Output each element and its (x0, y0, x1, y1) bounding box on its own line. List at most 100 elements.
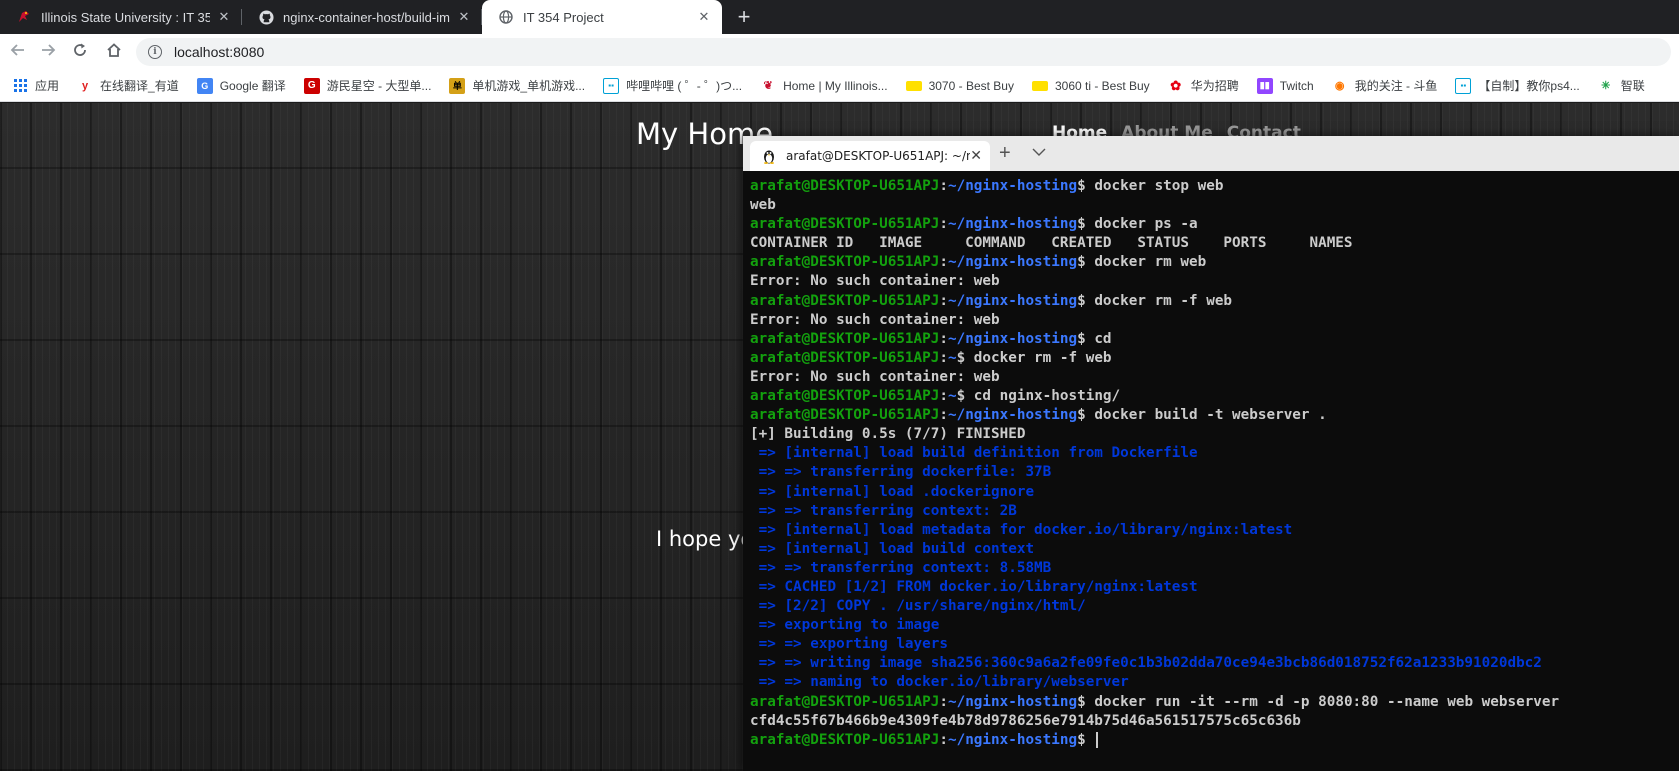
browser-tab[interactable]: nginx-container-host/build-im ✕ (242, 0, 482, 34)
terminal-output[interactable]: arafat@DESKTOP-U651APJ:~/nginx-hosting$ … (750, 177, 1675, 750)
prompt-user: arafat@DESKTOP-U651APJ (750, 178, 940, 194)
terminal-prompt-line: arafat@DESKTOP-U651APJ:~/nginx-hosting$ … (750, 330, 1675, 349)
build-output-line: => => transferring dockerfile: 37B (750, 463, 1675, 482)
prompt-command: $ docker rm web (1077, 254, 1207, 271)
bookmark-item[interactable]: G Google 翻译 (196, 77, 286, 94)
prompt-path: ~/nginx-hosting (947, 254, 1078, 271)
url-text[interactable]: localhost:8080 (174, 44, 264, 60)
home-icon[interactable] (104, 42, 124, 62)
prompt-separator: : (939, 292, 948, 309)
prompt-command: $ docker rm -f web (1077, 292, 1233, 309)
prompt-command: $ docker run -it --rm -d -p 8080:80 --na… (1077, 693, 1560, 710)
linux-penguin-icon (764, 150, 774, 164)
bookmark-item[interactable]: ❦ Home | My Illinois... (760, 78, 887, 94)
bookmark-item[interactable]: 单 单机游戏_单机游戏... (449, 77, 585, 94)
build-output-text: => => transferring dockerfile: 37B (750, 464, 1052, 481)
close-tab-icon[interactable]: ✕ (216, 9, 232, 25)
bookmark-item[interactable]: ▪▪ 哔哩哔哩 ( ゜- ゜)つ... (603, 77, 742, 94)
terminal-window[interactable]: arafat@DESKTOP-U651APJ: ~/n ✕ + arafat@D… (743, 136, 1679, 771)
browser-tab-active[interactable]: IT 354 Project ✕ (482, 0, 722, 34)
build-output-line: => [internal] load metadata for docker.i… (750, 521, 1675, 540)
terminal-output-line: web (750, 197, 776, 214)
terminal-tab[interactable]: arafat@DESKTOP-U651APJ: ~/n ✕ (750, 141, 990, 171)
build-output-line: => => transferring context: 8.58MB (750, 559, 1675, 578)
build-output-text: => [internal] load .dockerignore (750, 483, 1035, 500)
close-icon[interactable]: ✕ (970, 148, 982, 164)
prompt-user: arafat@DESKTOP-U651APJ (750, 731, 940, 748)
prompt-separator: : (939, 349, 948, 366)
prompt-user: arafat@DESKTOP-U651APJ (750, 388, 940, 405)
build-output-text: => => exporting layers (750, 636, 948, 653)
prompt-command: $ cd (1077, 330, 1112, 347)
bookmark-item[interactable]: ✿ 华为招聘 (1168, 77, 1238, 94)
prompt-user: arafat@DESKTOP-U651APJ (750, 407, 940, 424)
terminal-output-line: Error: No such container: web (750, 368, 1000, 385)
back-arrow-icon[interactable] (8, 42, 28, 62)
close-tab-icon[interactable]: ✕ (696, 9, 712, 25)
prompt-separator: : (939, 388, 948, 405)
new-terminal-tab-button[interactable]: + (999, 142, 1011, 165)
new-tab-button[interactable]: + (732, 4, 756, 30)
build-output-text: => exporting to image (750, 617, 940, 634)
text-cursor (1096, 731, 1099, 748)
build-output-text: => => transferring context: 2B (750, 502, 1017, 519)
browser-toolbar: i localhost:8080 (0, 34, 1679, 70)
build-output-line: => CACHED [1/2] FROM docker.io/library/n… (750, 578, 1675, 597)
build-output-text: => [internal] load build context (750, 540, 1035, 557)
terminal-output-line: CONTAINER ID IMAGE COMMAND CREATED STATU… (750, 235, 1353, 252)
browser-tab[interactable]: Illinois State University : IT 354 ✕ (0, 0, 242, 34)
prompt-user: arafat@DESKTOP-U651APJ (750, 216, 940, 233)
bookmark-item[interactable]: ✳ 智联 (1598, 77, 1645, 94)
bookmark-item[interactable]: ▮▮ Twitch (1256, 77, 1314, 94)
bookmark-item[interactable]: G 游民星空 - 大型单... (303, 77, 431, 94)
bilibili-icon: ▪▪ (1455, 77, 1472, 94)
page-tagline: I hope yo (656, 527, 754, 551)
tab-title: IT 354 Project (523, 9, 604, 25)
terminal-prompt-line: arafat@DESKTOP-U651APJ:~$ docker rm -f w… (750, 349, 1675, 368)
tab-title: Illinois State University : IT 354 (41, 9, 210, 25)
bookmark-item[interactable]: y 在线翻译_有道 (77, 77, 179, 94)
prompt-command: $ docker stop web (1077, 178, 1224, 194)
bestbuy-icon (905, 80, 922, 91)
prompt-separator: : (939, 178, 948, 194)
build-output-line: => [internal] load build definition from… (750, 444, 1675, 463)
terminal-prompt-line: arafat@DESKTOP-U651APJ:~/nginx-hosting$ (750, 731, 1675, 750)
tab-title: nginx-container-host/build-im (283, 9, 450, 25)
build-output-text: => [2/2] COPY . /usr/share/nginx/html/ (750, 598, 1086, 615)
reload-icon[interactable] (70, 42, 90, 62)
prompt-path: ~/nginx-hosting (947, 731, 1078, 748)
terminal-prompt-line: arafat@DESKTOP-U651APJ:~/nginx-hosting$ … (750, 693, 1675, 712)
prompt-command: $ docker build -t webserver . (1077, 407, 1327, 424)
address-bar[interactable]: i localhost:8080 (136, 38, 1671, 66)
prompt-separator: : (939, 407, 948, 424)
bookmark-item[interactable]: ◉ 我的关注 - 斗鱼 (1332, 77, 1437, 94)
redbird-icon: ❦ (763, 80, 773, 92)
build-output-text: => => writing image sha256:360c9a6a2fe09… (750, 655, 1542, 672)
prompt-separator: : (939, 254, 948, 271)
terminal-prompt-line: arafat@DESKTOP-U651APJ:~/nginx-hosting$ … (750, 292, 1675, 311)
github-icon (258, 9, 274, 25)
prompt-path: ~/nginx-hosting (947, 216, 1078, 233)
bookmark-item[interactable]: 3070 - Best Buy (905, 79, 1014, 93)
close-tab-icon[interactable]: ✕ (456, 9, 472, 25)
bookmarks-bar: 应用 y 在线翻译_有道 G Google 翻译 G 游民星空 - 大型单...… (0, 70, 1679, 102)
info-icon[interactable]: i (148, 45, 162, 59)
prompt-path: ~/nginx-hosting (947, 178, 1078, 194)
chevron-down-icon[interactable] (1032, 144, 1046, 160)
bookmark-apps[interactable]: 应用 (12, 77, 59, 94)
prompt-user: arafat@DESKTOP-U651APJ (750, 330, 940, 347)
terminal-prompt-line: arafat@DESKTOP-U651APJ:~/nginx-hosting$ … (750, 177, 1675, 196)
prompt-separator: : (939, 693, 948, 710)
terminal-titlebar[interactable]: arafat@DESKTOP-U651APJ: ~/n ✕ + (743, 136, 1679, 171)
build-output-text: => => naming to docker.io/library/webser… (750, 674, 1129, 691)
build-output-text: => => transferring context: 8.58MB (750, 559, 1052, 576)
forward-arrow-icon[interactable] (38, 42, 58, 62)
build-output-line: => => transferring context: 2B (750, 502, 1675, 521)
prompt-user: arafat@DESKTOP-U651APJ (750, 693, 940, 710)
bookmark-item[interactable]: ▪▪ 【自制】教你ps4... (1455, 77, 1580, 94)
browser-tab-strip: Illinois State University : IT 354 ✕ ngi… (0, 0, 1679, 34)
prompt-separator: : (939, 731, 948, 748)
prompt-command: $ (1077, 731, 1095, 748)
build-output-line: => [2/2] COPY . /usr/share/nginx/html/ (750, 597, 1675, 616)
bookmark-item[interactable]: 3060 ti - Best Buy (1031, 79, 1150, 93)
